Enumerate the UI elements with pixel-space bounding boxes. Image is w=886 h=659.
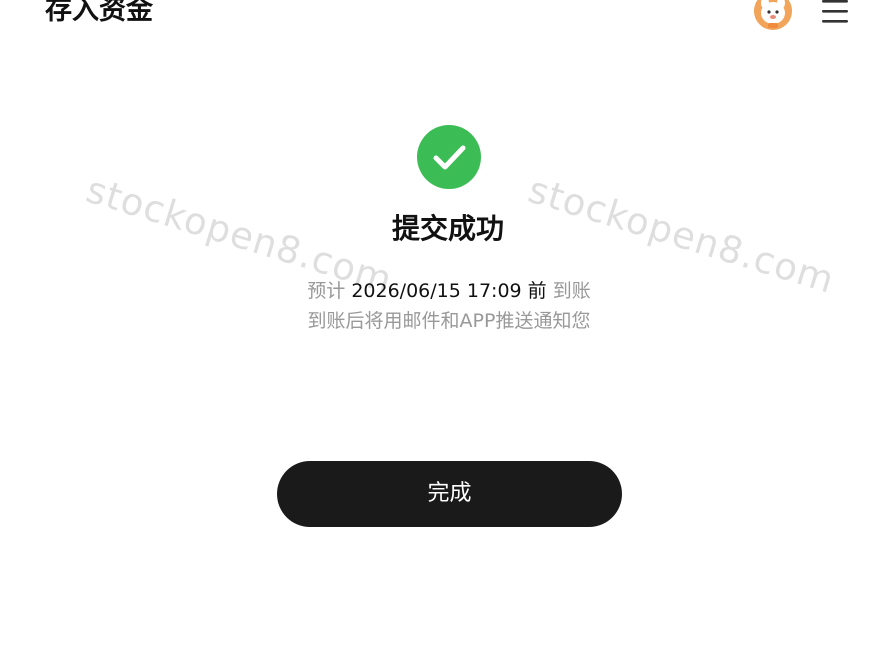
- menu-button[interactable]: [818, 0, 852, 28]
- eta-line: 预计 2026/06/15 17:09 前 到账: [0, 277, 886, 305]
- avatar[interactable]: [754, 0, 792, 30]
- notify-text: 到账后将用邮件和APP推送通知您: [307, 310, 591, 332]
- eta-datetime: 2026/06/15 17:09: [351, 280, 522, 302]
- success-title: 提交成功: [391, 212, 504, 245]
- check-circle-icon: [433, 145, 466, 170]
- deposit-result-page: 存入资金 stockopen8.com stockopen8.com 提交成功 …: [0, 0, 886, 659]
- hamburger-menu-icon: [822, 0, 848, 23]
- page-title: 存入资金: [45, 0, 153, 26]
- done-button[interactable]: 完成: [277, 461, 622, 527]
- cartoon-avatar-icon: [754, 0, 792, 30]
- eta-suffix: 到账: [552, 280, 591, 302]
- eta-prefix: 预计: [307, 280, 346, 302]
- eta-before: 前: [527, 280, 547, 302]
- success-badge: [417, 125, 481, 189]
